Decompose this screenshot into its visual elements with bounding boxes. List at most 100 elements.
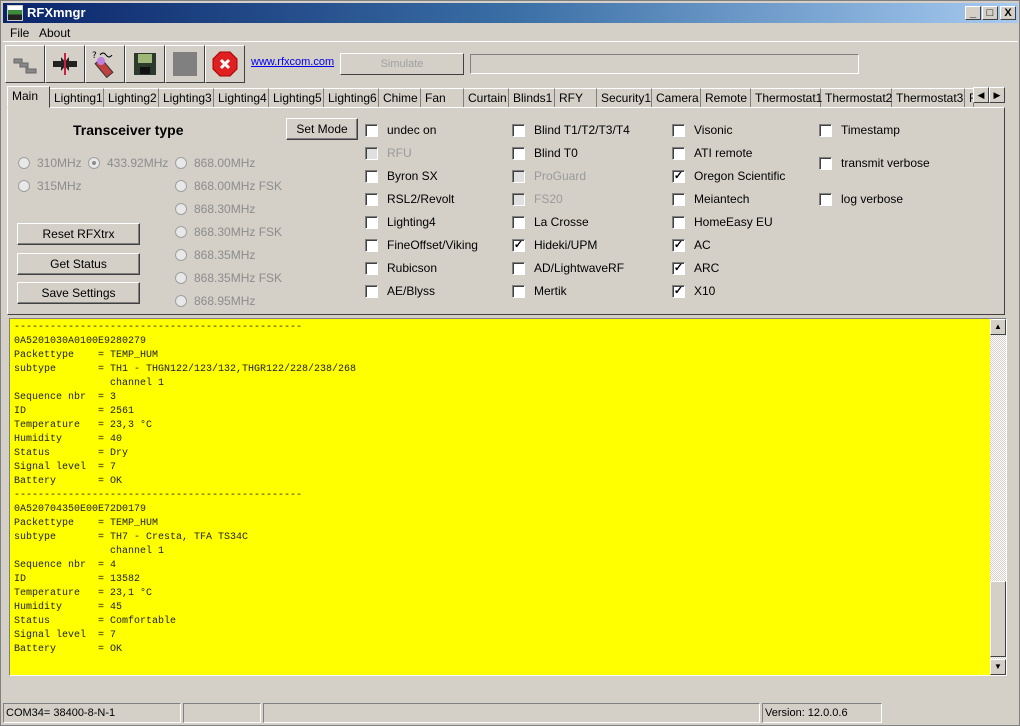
checkbox-ac[interactable]: ✓ AC	[672, 238, 711, 252]
radio-button[interactable]	[18, 180, 30, 192]
checkbox-rsl2-revolt[interactable]: RSL2/Revolt	[365, 192, 454, 206]
exit-button[interactable]	[205, 45, 245, 83]
checkbox-box[interactable]	[672, 123, 685, 137]
tab-main[interactable]: Main	[7, 86, 50, 108]
radio-button[interactable]	[175, 157, 187, 169]
menu-file[interactable]: File	[10, 26, 29, 40]
checkbox-blind-t0[interactable]: Blind T0	[512, 146, 578, 160]
save-button[interactable]	[125, 45, 165, 83]
tab-thermostat3[interactable]: Thermostat3	[892, 88, 965, 107]
radio-button[interactable]	[175, 295, 187, 307]
radio-button[interactable]	[88, 157, 100, 169]
tab-lighting6[interactable]: Lighting6	[324, 88, 379, 107]
checkbox-box[interactable]	[512, 123, 525, 137]
option-log-verbose[interactable]: log verbose	[819, 192, 903, 206]
checkbox-box[interactable]	[672, 192, 685, 206]
checkbox-box[interactable]	[365, 169, 378, 183]
tab-fan[interactable]: Fan	[421, 88, 464, 107]
checkbox-box[interactable]	[672, 146, 685, 160]
stop-button[interactable]	[165, 45, 205, 83]
checkbox-visonic[interactable]: Visonic	[672, 123, 732, 137]
tab-thermostat2[interactable]: Thermostat2	[821, 88, 892, 107]
checkbox-box[interactable]	[672, 215, 685, 229]
menu-about[interactable]: About	[39, 26, 70, 40]
checkbox-arc[interactable]: ✓ ARC	[672, 261, 719, 275]
checkbox-rfu[interactable]: RFU	[365, 146, 412, 160]
scroll-thumb[interactable]	[990, 581, 1006, 657]
log-button[interactable]: ?	[85, 45, 125, 83]
tab-rfy[interactable]: RFY	[555, 88, 597, 107]
connect-button[interactable]	[5, 45, 45, 83]
disconnect-button[interactable]	[45, 45, 85, 83]
tab-camera[interactable]: Camera	[652, 88, 701, 107]
radio-button[interactable]	[175, 272, 187, 284]
checkbox-undec-on[interactable]: undec on	[365, 123, 436, 137]
checkbox-box[interactable]	[819, 192, 832, 206]
checkbox-box[interactable]	[512, 215, 525, 229]
radio-button[interactable]	[175, 180, 187, 192]
simulate-button[interactable]: Simulate	[340, 53, 464, 75]
check-icon[interactable]: ✓	[512, 238, 525, 252]
check-icon[interactable]: ✓	[672, 261, 685, 275]
checkbox-box[interactable]	[819, 156, 832, 170]
checkbox-blind-t1-t2-t3-t4[interactable]: Blind T1/T2/T3/T4	[512, 123, 630, 137]
save-settings-button[interactable]: Save Settings	[17, 282, 140, 304]
radio-freq-868-35mhz-fsk[interactable]: 868.35MHz FSK	[175, 271, 282, 285]
radio-button[interactable]	[175, 203, 187, 215]
radio-freq-868-00mhz[interactable]: 868.00MHz	[175, 156, 255, 170]
radio-freq-868-30mhz-fsk[interactable]: 868.30MHz FSK	[175, 225, 282, 239]
checkbox-box[interactable]	[512, 261, 525, 275]
scroll-down-arrow[interactable]: ▼	[990, 659, 1006, 675]
option-timestamp[interactable]: Timestamp	[819, 123, 900, 137]
checkbox-box[interactable]	[512, 146, 525, 160]
checkbox-box[interactable]	[365, 261, 378, 275]
check-icon[interactable]: ✓	[672, 284, 685, 298]
radio-button[interactable]	[18, 157, 30, 169]
check-icon[interactable]: ✓	[672, 238, 685, 252]
log-scrollbar[interactable]: ▲ ▼	[990, 319, 1006, 675]
checkbox-box[interactable]	[365, 192, 378, 206]
checkbox-box[interactable]	[512, 169, 525, 183]
tab-thermostat1[interactable]: Thermostat1	[751, 88, 822, 107]
checkbox-mertik[interactable]: Mertik	[512, 284, 567, 298]
log-output[interactable]: ----------------------------------------…	[9, 318, 1007, 676]
radio-freq-868-35mhz[interactable]: 868.35MHz	[175, 248, 255, 262]
checkbox-homeeasy-eu[interactable]: HomeEasy EU	[672, 215, 773, 229]
tab-lighting1[interactable]: Lighting1	[50, 88, 104, 107]
tab-scroll-right[interactable]: ▶	[989, 87, 1005, 103]
checkbox-ae-blyss[interactable]: AE/Blyss	[365, 284, 435, 298]
tab-lighting2[interactable]: Lighting2	[104, 88, 159, 107]
radio-freq-433-92mhz[interactable]: 433.92MHz	[88, 156, 168, 170]
checkbox-fs20[interactable]: FS20	[512, 192, 563, 206]
tab-lighting4[interactable]: Lighting4	[214, 88, 269, 107]
close-button[interactable]: X	[1000, 6, 1016, 20]
minimize-button[interactable]: _	[965, 6, 981, 20]
checkbox-proguard[interactable]: ProGuard	[512, 169, 586, 183]
radio-freq-868-00mhz-fsk[interactable]: 868.00MHz FSK	[175, 179, 282, 193]
checkbox-box[interactable]	[365, 215, 378, 229]
tab-lighting3[interactable]: Lighting3	[159, 88, 214, 107]
checkbox-box[interactable]	[512, 192, 525, 206]
checkbox-byron-sx[interactable]: Byron SX	[365, 169, 438, 183]
get-status-button[interactable]: Get Status	[17, 253, 140, 275]
tab-chime[interactable]: Chime	[379, 88, 421, 107]
checkbox-fineoffset-viking[interactable]: FineOffset/Viking	[365, 238, 478, 252]
radio-freq-868-30mhz[interactable]: 868.30MHz	[175, 202, 255, 216]
checkbox-box[interactable]	[365, 123, 378, 137]
checkbox-ati-remote[interactable]: ATI remote	[672, 146, 752, 160]
radio-freq-310mhz[interactable]: 310MHz	[18, 156, 82, 170]
checkbox-la-crosse[interactable]: La Crosse	[512, 215, 589, 229]
checkbox-ad-lightwaverf[interactable]: AD/LightwaveRF	[512, 261, 624, 275]
scroll-up-arrow[interactable]: ▲	[990, 319, 1006, 335]
checkbox-x10[interactable]: ✓ X10	[672, 284, 715, 298]
checkbox-box[interactable]	[365, 146, 378, 160]
set-mode-button[interactable]: Set Mode	[286, 118, 358, 140]
checkbox-rubicson[interactable]: Rubicson	[365, 261, 437, 275]
reset-rfxtrx-button[interactable]: Reset RFXtrx	[17, 223, 140, 245]
radio-button[interactable]	[175, 249, 187, 261]
tab-scroll-left[interactable]: ◀	[973, 87, 989, 103]
tab-security1[interactable]: Security1	[597, 88, 652, 107]
checkbox-lighting4[interactable]: Lighting4	[365, 215, 436, 229]
radio-freq-868-95mhz[interactable]: 868.95MHz	[175, 294, 255, 308]
maximize-button[interactable]: □	[982, 6, 998, 20]
